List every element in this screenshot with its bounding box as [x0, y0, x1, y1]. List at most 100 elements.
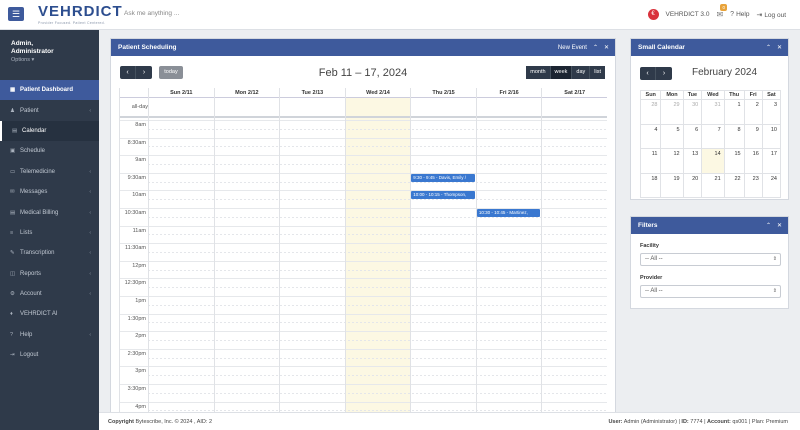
- user-block: Admin, Administrator Options ▾: [0, 30, 99, 80]
- logout-link[interactable]: ⇥ Log out: [756, 11, 786, 19]
- sidebar-item-telemedicine[interactable]: ▭ Telemedicine ‹: [0, 162, 99, 182]
- help-link[interactable]: ? Help: [730, 11, 749, 18]
- select-arrow-icon: ⇕: [772, 288, 777, 294]
- hamburger-icon: ☰: [11, 9, 21, 19]
- sidebar-item-patient-dashboard[interactable]: ▦ Patient Dashboard: [0, 80, 99, 101]
- day-cell[interactable]: 30: [682, 99, 703, 125]
- view-list-button[interactable]: list: [590, 66, 605, 79]
- facility-select[interactable]: -- All -- ⇕: [640, 253, 781, 266]
- view-month-button[interactable]: month: [526, 66, 551, 79]
- day-cell[interactable]: 10: [761, 123, 782, 149]
- chevron-left-icon: ‹: [89, 270, 91, 277]
- sidebar-lists-icon: ≡: [10, 229, 14, 236]
- weekday-header-row: Sun Mon Tue Wed Thu Fri Sat: [639, 90, 782, 100]
- calendar-event[interactable]: 10:30 - 10:45 - Martinez,: [476, 209, 541, 217]
- slot-line: [119, 190, 607, 192]
- weekday-header: Sat: [761, 90, 782, 100]
- sidebar-item-transcription[interactable]: ✎ Transcription ‹: [0, 243, 99, 263]
- weekday-header: Sun: [639, 90, 662, 100]
- time-label: 3:30pm: [127, 386, 146, 392]
- facility-value: -- All --: [645, 256, 663, 262]
- day-cell[interactable]: 6: [682, 123, 703, 149]
- day-cell[interactable]: 5: [660, 123, 684, 149]
- user-role: Administrator: [11, 48, 54, 55]
- day-cell[interactable]: 19: [660, 172, 684, 198]
- weekday-header: Mon: [660, 90, 684, 100]
- slot-line: [119, 278, 607, 280]
- week-row: 28 29 30 31 1 2 3: [639, 99, 782, 125]
- logo[interactable]: VEHRDICT Provider Focused. Patient Cente…: [38, 4, 123, 26]
- plan-text: Plan: Premium: [751, 419, 788, 425]
- sidebar-item-patient[interactable]: ♟ Patient ‹: [0, 100, 99, 120]
- day-cell[interactable]: 22: [723, 172, 745, 198]
- day-cell[interactable]: 31: [701, 99, 725, 125]
- sidebar-item-lists[interactable]: ≡ Lists ‹: [0, 223, 99, 243]
- close-icon[interactable]: ✕: [777, 44, 782, 51]
- day-cell[interactable]: 17: [761, 148, 782, 174]
- day-cell[interactable]: 14: [701, 148, 725, 174]
- sidebar-item-messages[interactable]: ✉ Messages ‹: [0, 182, 99, 202]
- notifications-button[interactable]: ✉ 0: [716, 4, 727, 19]
- filters-panel: Filters ⌃ ✕ Facility -- All -- ⇕ Provider…: [630, 216, 789, 309]
- sidebar-item-help[interactable]: ? Help ‹: [0, 325, 99, 345]
- new-event-button[interactable]: New Event: [558, 45, 587, 51]
- day-cell[interactable]: 1: [723, 99, 745, 125]
- small-calendar-header: Small Calendar ⌃ ✕: [631, 39, 788, 56]
- day-cell[interactable]: 11: [639, 148, 662, 174]
- chevron-left-icon: ‹: [89, 209, 91, 216]
- day-cell[interactable]: 13: [682, 148, 703, 174]
- view-week-button[interactable]: week: [550, 66, 573, 79]
- notifications-badge: 0: [720, 4, 727, 11]
- week-row: 11 12 13 14 15 16 17: [639, 148, 782, 174]
- day-cell[interactable]: 20: [682, 172, 703, 198]
- sidebar-patient-icon: ♟: [10, 107, 15, 114]
- version-label[interactable]: VEHRDICT 3.0: [666, 11, 710, 18]
- close-icon[interactable]: ✕: [604, 44, 609, 51]
- close-icon[interactable]: ✕: [777, 222, 782, 229]
- day-cell[interactable]: 2: [743, 99, 763, 125]
- day-cell[interactable]: 23: [743, 172, 763, 198]
- sidebar-messages-icon: ✉: [10, 189, 15, 196]
- time-label: 12pm: [132, 262, 146, 269]
- sidebar-item-reports[interactable]: ◫ Reports ‹: [0, 264, 99, 284]
- sidebar-account-icon: ⚙: [10, 291, 15, 298]
- ask-input[interactable]: Ask me anything ...: [124, 10, 179, 17]
- collapse-icon[interactable]: ⌃: [766, 222, 771, 229]
- day-cell[interactable]: 3: [761, 99, 782, 125]
- day-header-row: Sun 2/11 Mon 2/12 Tue 2/13 Wed 2/14 Thu 2/15…: [119, 88, 607, 98]
- day-header: Sat 2/17: [541, 88, 607, 98]
- sidebar-item-label: Patient: [20, 107, 39, 114]
- day-cell[interactable]: 12: [660, 148, 684, 174]
- today-column: [344, 98, 411, 412]
- provider-select[interactable]: -- All -- ⇕: [640, 285, 781, 298]
- day-cell[interactable]: 29: [660, 99, 684, 125]
- day-cell[interactable]: 15: [723, 148, 745, 174]
- day-cell[interactable]: 18: [639, 172, 662, 198]
- view-day-button[interactable]: day: [572, 66, 591, 79]
- sidebar-schedule-icon: ▣: [10, 148, 16, 155]
- collapse-icon[interactable]: ⌃: [766, 44, 771, 51]
- sidebar-item-schedule[interactable]: ▣ Schedule: [0, 141, 99, 161]
- collapse-icon[interactable]: ⌃: [593, 44, 598, 51]
- day-cell[interactable]: 24: [761, 172, 782, 198]
- calendar-event[interactable]: 9:30 - 9:45 - Davis, Emily /: [411, 173, 475, 182]
- day-cell[interactable]: 16: [743, 148, 763, 174]
- sidebar-item-label: Help: [20, 331, 33, 338]
- menu-toggle-button[interactable]: ☰: [8, 7, 24, 21]
- sidebar-item-vehrdict-ai[interactable]: ♦ VEHRDICT AI: [0, 304, 99, 324]
- sidebar-item-calendar[interactable]: ▤ Calendar: [0, 120, 99, 142]
- day-cell[interactable]: 9: [743, 123, 763, 149]
- day-cell[interactable]: 8: [723, 123, 745, 149]
- sidebar-item-account[interactable]: ⚙ Account ‹: [0, 284, 99, 304]
- day-cell[interactable]: 7: [701, 123, 725, 149]
- user-options[interactable]: Options ▾: [11, 57, 99, 63]
- day-cell[interactable]: 28: [639, 99, 662, 125]
- day-cell[interactable]: 21: [701, 172, 725, 198]
- day-cell[interactable]: 4: [639, 123, 662, 149]
- sidebar-item-medical-billing[interactable]: ▤ Medical Billing ‹: [0, 202, 99, 222]
- sidebar-item-label: Schedule: [20, 148, 46, 155]
- calendar-event[interactable]: 10:00 - 10:15 - Thompson,: [411, 191, 475, 200]
- time-label: 10am: [132, 192, 146, 199]
- sidebar-item-logout[interactable]: ⇥ Logout: [0, 345, 99, 365]
- chevron-left-icon: ‹: [89, 331, 91, 338]
